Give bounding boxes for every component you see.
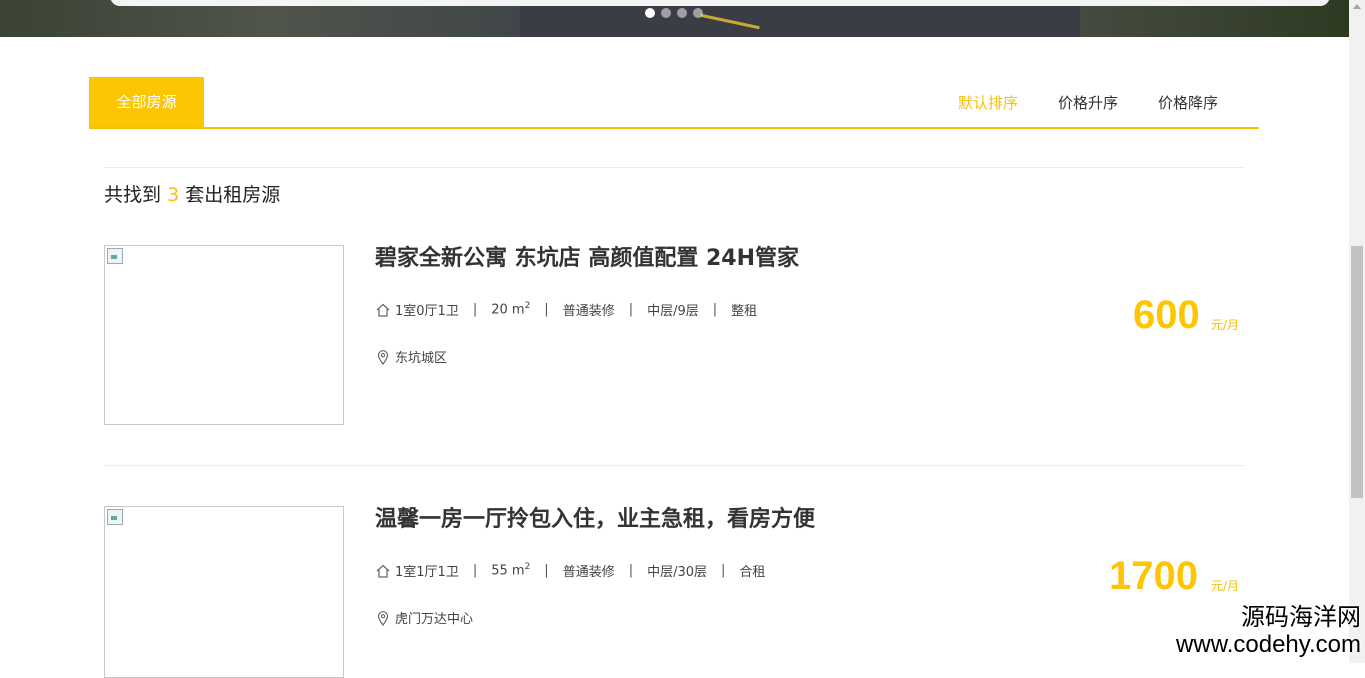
broken-image-icon	[107, 509, 123, 525]
meta-separator: |	[628, 302, 634, 317]
listing-layout: 1室0厅1卫	[395, 304, 459, 319]
listing-layout: 1室1厅1卫	[395, 565, 459, 580]
listing-floor: 中层/9层	[647, 304, 699, 319]
meta-separator: |	[712, 302, 718, 317]
listing-location-text: 虎门万达中心	[395, 612, 474, 627]
listing-meta: 1室1厅1卫 | 55 m2 | 普通装修 | 中层/30层 | 合租	[375, 561, 765, 580]
carousel-dot-1[interactable]	[645, 8, 655, 18]
carousel-dot-3[interactable]	[677, 8, 687, 18]
listing-area-sup: 2	[524, 301, 531, 312]
banner-search-bar-edge	[110, 0, 1330, 6]
result-count-number: 3	[167, 184, 180, 206]
listing-price: 1700	[1109, 554, 1198, 598]
listing-rent-type: 整租	[731, 304, 758, 319]
listing-decoration: 普通装修	[562, 304, 615, 319]
listing-image[interactable]	[104, 506, 344, 678]
meta-separator: |	[628, 563, 634, 578]
tab-all-listings[interactable]: 全部房源	[89, 77, 204, 127]
house-icon	[376, 564, 390, 578]
sort-default[interactable]: 默认排序	[958, 92, 1018, 113]
house-icon	[376, 303, 390, 317]
listing-price-unit: 元/月	[1211, 318, 1240, 332]
filter-sort-bar: 全部房源 默认排序 价格升序 价格降序	[89, 77, 1259, 129]
location-pin-icon	[377, 610, 389, 626]
listing-area: 55 m2	[491, 562, 530, 578]
listing-price: 600	[1133, 293, 1200, 337]
listing-location-text: 东坑城区	[395, 351, 448, 366]
listing-area-value: 20 m	[491, 302, 525, 318]
listing-decoration: 普通装修	[562, 565, 615, 580]
listing-location: 东坑城区	[375, 347, 447, 366]
watermark-line-2: www.codehy.com	[1176, 631, 1361, 658]
listing-area-sup: 2	[524, 562, 531, 573]
page-scrollbar[interactable]	[1349, 0, 1365, 663]
watermark-line-1: 源码海洋网	[1241, 603, 1361, 631]
divider	[104, 465, 1245, 466]
meta-separator: |	[544, 563, 549, 578]
listing-image[interactable]	[104, 245, 344, 425]
carousel-dot-4[interactable]	[693, 8, 703, 18]
carousel-dot-2[interactable]	[661, 8, 671, 18]
hero-banner	[0, 0, 1349, 37]
listing-meta: 1室0厅1卫 | 20 m2 | 普通装修 | 中层/9层 | 整租	[375, 300, 757, 319]
sort-price-desc[interactable]: 价格降序	[1158, 92, 1218, 113]
scrollbar-thumb[interactable]	[1351, 246, 1363, 498]
listing-location: 虎门万达中心	[375, 608, 473, 627]
listing-area: 20 m2	[491, 301, 530, 317]
result-count: 共找到 3 套出租房源	[104, 180, 280, 207]
listing-price-unit: 元/月	[1211, 579, 1240, 593]
listing-title[interactable]: 温馨一房一厅拎包入住，业主急租，看房方便	[375, 501, 815, 533]
sort-price-asc[interactable]: 价格升序	[1058, 92, 1118, 113]
scroll-up-arrow-icon[interactable]	[1353, 4, 1361, 9]
meta-separator: |	[544, 302, 549, 317]
listing-floor: 中层/30层	[647, 565, 708, 580]
carousel-dots	[645, 8, 703, 18]
meta-separator: |	[472, 563, 478, 578]
result-count-prefix: 共找到	[104, 184, 162, 206]
result-count-suffix: 套出租房源	[185, 184, 281, 206]
listing-area-value: 55 m	[491, 563, 525, 579]
meta-separator: |	[721, 563, 726, 578]
divider	[104, 167, 1245, 168]
watermark: 源码海洋网 www.codehy.com	[1176, 603, 1361, 659]
broken-image-icon	[107, 248, 123, 264]
location-pin-icon	[377, 349, 389, 365]
listing-title[interactable]: 碧家全新公寓 东坑店 高颜值配置 24H管家	[375, 240, 799, 272]
listing-rent-type: 合租	[739, 565, 766, 580]
meta-separator: |	[472, 302, 478, 317]
